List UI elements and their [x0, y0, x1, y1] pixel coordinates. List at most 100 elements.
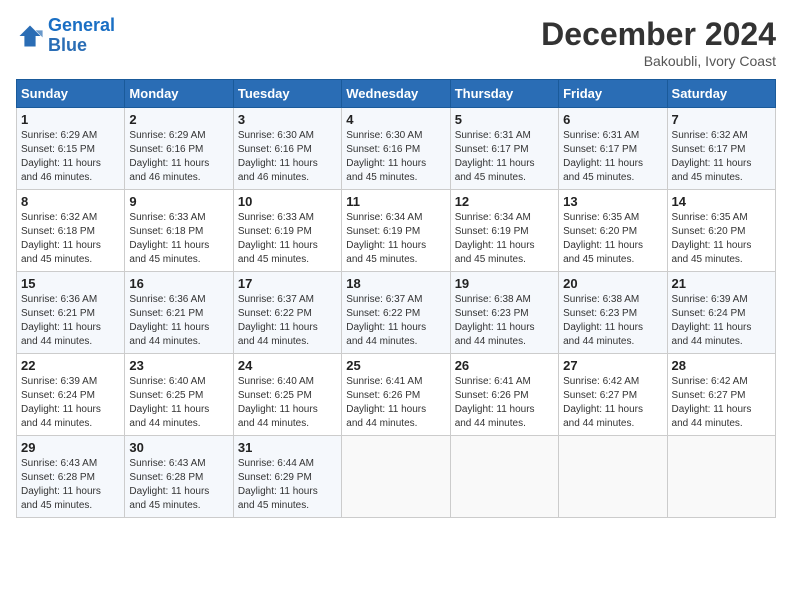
- calendar-cell: 7 Sunrise: 6:32 AM Sunset: 6:17 PM Daylig…: [667, 108, 775, 190]
- calendar-cell: 23Sunrise: 6:40 AM Sunset: 6:25 PM Dayli…: [125, 354, 233, 436]
- day-info: Sunrise: 6:30 AM Sunset: 6:16 PM Dayligh…: [238, 129, 337, 185]
- day-number: 16: [129, 276, 228, 291]
- calendar-cell: 28Sunrise: 6:42 AM Sunset: 6:27 PM Dayli…: [667, 354, 775, 436]
- day-info: Sunrise: 6:31 AM Sunset: 6:17 PM Dayligh…: [563, 129, 662, 185]
- day-number: 2: [129, 112, 228, 127]
- calendar-cell: 15 Sunrise: 6:36 AM Sunset: 6:21 PM Dayli…: [17, 272, 125, 354]
- calendar-cell: 3 Sunrise: 6:30 AM Sunset: 6:16 PM Daylig…: [233, 108, 341, 190]
- calendar-cell: 17Sunrise: 6:37 AM Sunset: 6:22 PM Dayli…: [233, 272, 341, 354]
- calendar-cell: [559, 436, 667, 518]
- calendar-cell: 20Sunrise: 6:38 AM Sunset: 6:23 PM Dayli…: [559, 272, 667, 354]
- day-number: 4: [346, 112, 445, 127]
- calendar-cell: 24 Sunrise: 6:40 AM Sunset: 6:25 PM Dayli…: [233, 354, 341, 436]
- calendar-cell: 2 Sunrise: 6:29 AM Sunset: 6:16 PM Daylig…: [125, 108, 233, 190]
- calendar-header: SundayMondayTuesdayWednesdayThursdayFrid…: [17, 80, 776, 108]
- day-number: 13: [563, 194, 662, 209]
- day-info: Sunrise: 6:41 AM Sunset: 6:26 PM Dayligh…: [455, 375, 554, 431]
- calendar-cell: [342, 436, 450, 518]
- calendar-cell: 25 Sunrise: 6:41 AM Sunset: 6:26 PM Dayli…: [342, 354, 450, 436]
- day-number: 10: [238, 194, 337, 209]
- calendar-cell: 10 Sunrise: 6:33 AM Sunset: 6:19 PM Dayli…: [233, 190, 341, 272]
- day-number: 18: [346, 276, 445, 291]
- calendar-cell: 6 Sunrise: 6:31 AM Sunset: 6:17 PM Daylig…: [559, 108, 667, 190]
- month-title: December 2024: [541, 16, 776, 53]
- day-info: Sunrise: 6:33 AM Sunset: 6:18 PM Dayligh…: [129, 211, 228, 267]
- calendar-cell: [667, 436, 775, 518]
- day-info: Sunrise: 6:29 AM Sunset: 6:16 PM Dayligh…: [129, 129, 228, 185]
- location: Bakoubli, Ivory Coast: [541, 53, 776, 69]
- day-info: Sunrise: 6:40 AM Sunset: 6:25 PM Dayligh…: [238, 375, 337, 431]
- calendar-week: 29 Sunrise: 6:43 AM Sunset: 6:28 PM Dayli…: [17, 436, 776, 518]
- calendar-week: 22 Sunrise: 6:39 AM Sunset: 6:24 PM Dayli…: [17, 354, 776, 436]
- weekday-header: Sunday: [17, 80, 125, 108]
- day-number: 7: [672, 112, 771, 127]
- title-area: December 2024 Bakoubli, Ivory Coast: [541, 16, 776, 69]
- day-info: Sunrise: 6:34 AM Sunset: 6:19 PM Dayligh…: [346, 211, 445, 267]
- day-number: 21: [672, 276, 771, 291]
- day-number: 22: [21, 358, 120, 373]
- day-number: 26: [455, 358, 554, 373]
- day-number: 25: [346, 358, 445, 373]
- calendar-cell: 22 Sunrise: 6:39 AM Sunset: 6:24 PM Dayli…: [17, 354, 125, 436]
- day-info: Sunrise: 6:43 AM Sunset: 6:28 PM Dayligh…: [129, 457, 228, 513]
- calendar-cell: 8Sunrise: 6:32 AM Sunset: 6:18 PM Daylig…: [17, 190, 125, 272]
- calendar-cell: 1 Sunrise: 6:29 AM Sunset: 6:15 PM Daylig…: [17, 108, 125, 190]
- day-info: Sunrise: 6:41 AM Sunset: 6:26 PM Dayligh…: [346, 375, 445, 431]
- calendar-cell: 27Sunrise: 6:42 AM Sunset: 6:27 PM Dayli…: [559, 354, 667, 436]
- page-header: General Blue December 2024 Bakoubli, Ivo…: [16, 16, 776, 69]
- day-info: Sunrise: 6:38 AM Sunset: 6:23 PM Dayligh…: [455, 293, 554, 349]
- day-number: 3: [238, 112, 337, 127]
- calendar-week: 15 Sunrise: 6:36 AM Sunset: 6:21 PM Dayli…: [17, 272, 776, 354]
- day-info: Sunrise: 6:31 AM Sunset: 6:17 PM Dayligh…: [455, 129, 554, 185]
- day-info: Sunrise: 6:32 AM Sunset: 6:17 PM Dayligh…: [672, 129, 771, 185]
- calendar-table: SundayMondayTuesdayWednesdayThursdayFrid…: [16, 79, 776, 518]
- day-number: 14: [672, 194, 771, 209]
- day-info: Sunrise: 6:36 AM Sunset: 6:21 PM Dayligh…: [129, 293, 228, 349]
- calendar-cell: 30Sunrise: 6:43 AM Sunset: 6:28 PM Dayli…: [125, 436, 233, 518]
- calendar-week: 1 Sunrise: 6:29 AM Sunset: 6:15 PM Daylig…: [17, 108, 776, 190]
- day-info: Sunrise: 6:40 AM Sunset: 6:25 PM Dayligh…: [129, 375, 228, 431]
- calendar-cell: 18 Sunrise: 6:37 AM Sunset: 6:22 PM Dayli…: [342, 272, 450, 354]
- day-info: Sunrise: 6:29 AM Sunset: 6:15 PM Dayligh…: [21, 129, 120, 185]
- day-info: Sunrise: 6:36 AM Sunset: 6:21 PM Dayligh…: [21, 293, 120, 349]
- logo: General Blue: [16, 16, 115, 56]
- day-number: 24: [238, 358, 337, 373]
- logo-icon: [16, 22, 44, 50]
- weekday-header: Tuesday: [233, 80, 341, 108]
- weekday-header: Friday: [559, 80, 667, 108]
- calendar-cell: 9 Sunrise: 6:33 AM Sunset: 6:18 PM Daylig…: [125, 190, 233, 272]
- day-number: 11: [346, 194, 445, 209]
- day-info: Sunrise: 6:34 AM Sunset: 6:19 PM Dayligh…: [455, 211, 554, 267]
- calendar-cell: 29Sunrise: 6:43 AM Sunset: 6:28 PM Dayli…: [17, 436, 125, 518]
- day-info: Sunrise: 6:33 AM Sunset: 6:19 PM Dayligh…: [238, 211, 337, 267]
- day-info: Sunrise: 6:30 AM Sunset: 6:16 PM Dayligh…: [346, 129, 445, 185]
- day-info: Sunrise: 6:35 AM Sunset: 6:20 PM Dayligh…: [563, 211, 662, 267]
- day-number: 15: [21, 276, 120, 291]
- day-number: 12: [455, 194, 554, 209]
- day-number: 27: [563, 358, 662, 373]
- calendar-cell: 11 Sunrise: 6:34 AM Sunset: 6:19 PM Dayli…: [342, 190, 450, 272]
- calendar-cell: 26 Sunrise: 6:41 AM Sunset: 6:26 PM Dayli…: [450, 354, 558, 436]
- day-info: Sunrise: 6:44 AM Sunset: 6:29 PM Dayligh…: [238, 457, 337, 513]
- header-row: SundayMondayTuesdayWednesdayThursdayFrid…: [17, 80, 776, 108]
- calendar-cell: 12 Sunrise: 6:34 AM Sunset: 6:19 PM Dayli…: [450, 190, 558, 272]
- day-info: Sunrise: 6:39 AM Sunset: 6:24 PM Dayligh…: [672, 293, 771, 349]
- weekday-header: Saturday: [667, 80, 775, 108]
- day-info: Sunrise: 6:39 AM Sunset: 6:24 PM Dayligh…: [21, 375, 120, 431]
- calendar-cell: [450, 436, 558, 518]
- calendar-cell: 21 Sunrise: 6:39 AM Sunset: 6:24 PM Dayli…: [667, 272, 775, 354]
- logo-text: General Blue: [48, 16, 115, 56]
- calendar-cell: 13 Sunrise: 6:35 AM Sunset: 6:20 PM Dayli…: [559, 190, 667, 272]
- calendar-cell: 14Sunrise: 6:35 AM Sunset: 6:20 PM Dayli…: [667, 190, 775, 272]
- day-info: Sunrise: 6:37 AM Sunset: 6:22 PM Dayligh…: [346, 293, 445, 349]
- day-number: 29: [21, 440, 120, 455]
- calendar-cell: 4 Sunrise: 6:30 AM Sunset: 6:16 PM Daylig…: [342, 108, 450, 190]
- day-number: 1: [21, 112, 120, 127]
- day-number: 17: [238, 276, 337, 291]
- day-number: 9: [129, 194, 228, 209]
- day-number: 6: [563, 112, 662, 127]
- weekday-header: Monday: [125, 80, 233, 108]
- calendar-cell: 31 Sunrise: 6:44 AM Sunset: 6:29 PM Dayli…: [233, 436, 341, 518]
- day-number: 31: [238, 440, 337, 455]
- day-info: Sunrise: 6:32 AM Sunset: 6:18 PM Dayligh…: [21, 211, 120, 267]
